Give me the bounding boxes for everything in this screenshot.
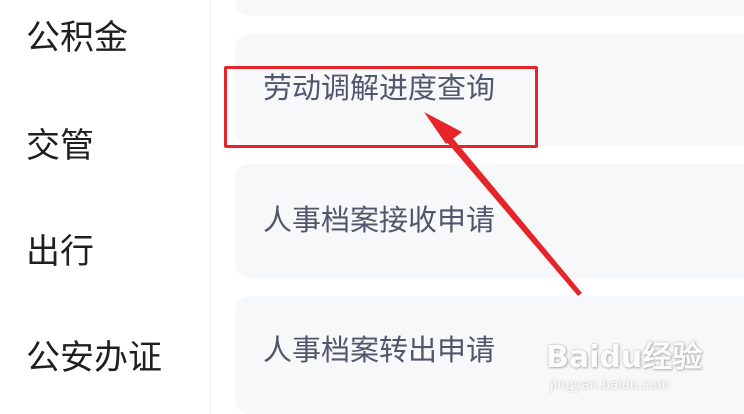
sidebar-item-public-security[interactable]: 公安办证 xyxy=(26,338,162,378)
sidebar-item-housing-fund[interactable]: 公积金 xyxy=(26,18,128,58)
service-card-partial[interactable] xyxy=(235,0,744,16)
service-card-personnel-file-receive[interactable]: 人事档案接收申请 xyxy=(235,164,744,278)
category-sidebar: 公积金 交管 出行 公安办证 xyxy=(0,0,211,414)
service-list: 劳动调解进度查询 人事档案接收申请 人事档案转出申请 xyxy=(211,0,744,414)
service-card-label: 人事档案接收申请 xyxy=(263,203,496,237)
service-card-label: 劳动调解进度查询 xyxy=(263,71,496,105)
service-card-label: 人事档案转出申请 xyxy=(263,333,496,367)
sidebar-item-traffic[interactable]: 交管 xyxy=(26,126,94,166)
service-card-personnel-file-transfer[interactable]: 人事档案转出申请 xyxy=(235,296,744,414)
service-card-labor-mediation-progress[interactable]: 劳动调解进度查询 xyxy=(235,34,744,146)
sidebar-item-travel[interactable]: 出行 xyxy=(26,232,94,272)
